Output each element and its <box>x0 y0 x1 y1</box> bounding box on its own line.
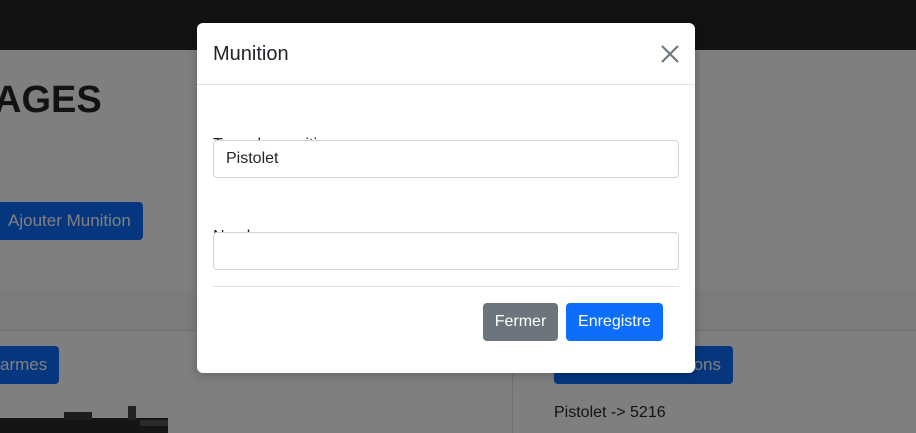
save-button[interactable]: Enregistre <box>566 303 663 341</box>
close-button[interactable]: Fermer <box>483 303 558 341</box>
close-icon[interactable] <box>659 43 681 65</box>
modal-footer-divider <box>213 286 679 287</box>
modal-title: Munition <box>213 43 289 65</box>
modal-header: Munition <box>197 23 695 85</box>
ammo-type-input[interactable] <box>213 140 679 178</box>
ammo-modal: Munition Type de munition Nombre Fermer … <box>197 23 695 373</box>
count-input[interactable] <box>213 232 679 270</box>
